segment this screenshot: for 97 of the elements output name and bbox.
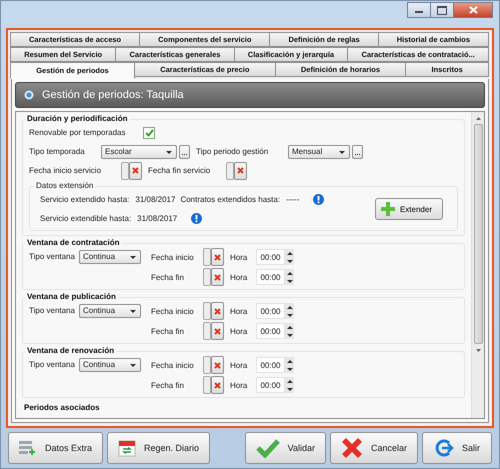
field-label: Fecha inicio servicio [29, 166, 102, 175]
field-value: ----- [286, 195, 300, 204]
minimize-button[interactable] [407, 2, 431, 18]
maximize-button[interactable] [430, 2, 454, 18]
field-label: Tipo ventana [29, 306, 75, 315]
field-label: Hora [230, 306, 248, 316]
group-title: Ventana de contratación [25, 238, 122, 247]
field-label: Tipo periodo gestión [196, 147, 270, 156]
info-icon[interactable] [313, 194, 324, 205]
date-field[interactable] [203, 322, 211, 340]
dropdown[interactable]: Continua [79, 358, 141, 372]
field-label: Tipo ventana [29, 252, 75, 261]
scrollbar-thumb[interactable] [474, 124, 482, 344]
date-field[interactable] [203, 356, 211, 374]
cross-icon [214, 328, 221, 334]
spinner-control[interactable] [285, 323, 294, 339]
date-field[interactable] [203, 302, 211, 320]
list-plus-icon [19, 440, 37, 456]
dropdown[interactable]: Continua [79, 304, 141, 318]
date-field[interactable] [203, 268, 211, 286]
time-field[interactable]: 00:00 [256, 377, 285, 393]
clear-button[interactable] [211, 356, 224, 374]
date-field[interactable] [203, 248, 211, 266]
extend-button[interactable]: Extender [374, 198, 443, 220]
close-button[interactable] [453, 2, 493, 18]
field-label: Hora [230, 360, 248, 370]
field-label: Hora [230, 380, 248, 390]
toolbar-button[interactable]: Datos Extra [8, 432, 104, 464]
toolbar-button[interactable]: Cancelar [330, 432, 418, 464]
clear-button[interactable] [129, 162, 142, 180]
more-button[interactable] [352, 144, 363, 158]
clear-button[interactable] [234, 162, 247, 180]
check-icon [256, 438, 280, 458]
time-field[interactable]: 00:00 [256, 269, 285, 285]
panel-title: Gestión de periodos: Taquilla [42, 89, 184, 101]
spinner-control[interactable] [285, 249, 294, 265]
clear-button[interactable] [211, 322, 224, 340]
cross-icon [340, 437, 363, 459]
cross-icon [214, 362, 221, 368]
field-label: Fecha fin [151, 272, 185, 282]
dropdown[interactable]: Mensual [288, 144, 350, 158]
calendar-icon [118, 439, 136, 457]
date-field[interactable] [203, 376, 211, 394]
field-value: 31/08/2017 [137, 214, 178, 223]
toolbar-button[interactable]: Regen. Diario [107, 432, 210, 464]
field-label: Fecha fin [151, 380, 185, 390]
time-field[interactable]: 00:00 [256, 303, 285, 319]
clear-button[interactable] [211, 302, 224, 320]
dropdown[interactable]: Escolar [101, 144, 177, 158]
field-value: 31/08/2017 [135, 195, 176, 204]
group-title: Duración y periodificación [25, 114, 130, 123]
clear-button[interactable] [211, 268, 224, 286]
toolbar-button[interactable]: Salir [422, 432, 492, 464]
clear-button[interactable] [211, 248, 224, 266]
dropdown[interactable]: Continua [79, 250, 141, 264]
plus-icon [380, 202, 395, 216]
cross-icon [214, 308, 221, 314]
info-icon[interactable] [191, 213, 202, 224]
more-button[interactable] [179, 144, 190, 158]
date-field[interactable] [121, 162, 129, 180]
field-label: Tipo temporada [29, 147, 86, 156]
cross-icon [214, 254, 221, 260]
scrollbar[interactable] [471, 112, 484, 418]
field-label: Contratos extendidos hasta: [180, 195, 280, 204]
field-label: Renovable por temporadas [29, 128, 127, 137]
cross-icon [214, 274, 221, 280]
time-field[interactable]: 00:00 [256, 357, 285, 373]
field-label: Fecha inicio [151, 252, 195, 262]
field-label: Fecha fin [151, 326, 185, 336]
exit-icon [434, 438, 454, 458]
checkbox[interactable] [143, 126, 155, 138]
field-label: Hora [230, 326, 248, 336]
field-label: Fecha inicio [151, 360, 195, 370]
cross-icon [237, 167, 244, 174]
field-label: Hora [230, 252, 248, 262]
close-icon [468, 6, 478, 14]
time-field[interactable]: 00:00 [256, 323, 285, 339]
group-title: Datos extensión [34, 181, 96, 190]
spinner-control[interactable] [285, 357, 294, 373]
spinner-control[interactable] [285, 377, 294, 393]
group-title: Ventana de renovación [25, 346, 116, 355]
cross-icon [132, 167, 139, 174]
group-title: Periodos asociados [22, 403, 102, 412]
field-label: Fecha fin servicio [148, 166, 212, 175]
field-label: Tipo ventana [29, 360, 75, 369]
group-title: Ventana de publicación [25, 292, 118, 301]
cross-icon [214, 382, 221, 388]
spinner-control[interactable] [285, 303, 294, 319]
field-label: Fecha inicio [151, 306, 195, 316]
clear-button[interactable] [211, 376, 224, 394]
field-label: Servicio extendible hasta: [40, 214, 132, 223]
spinner-control[interactable] [285, 269, 294, 285]
toolbar-button[interactable]: Validar [244, 432, 326, 464]
date-field[interactable] [226, 162, 234, 180]
time-field[interactable]: 00:00 [256, 249, 285, 265]
field-label: Hora [230, 272, 248, 282]
field-label: Servicio extendido hasta: [40, 195, 130, 204]
